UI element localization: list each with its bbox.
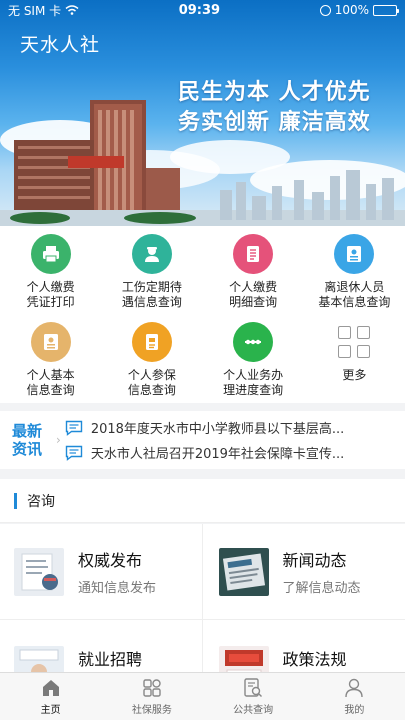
consult-item-subtitle: 通知信息发布 [78, 581, 157, 596]
news-thumbnail [218, 547, 269, 596]
quick-action-label: 个人基本 信息查询 [26, 368, 75, 397]
section-title: 咨询 [27, 493, 55, 510]
worker-icon [131, 234, 172, 274]
news-badge-line: 最新 [12, 422, 43, 440]
app-title: 天水人社 [20, 34, 101, 56]
bottom-tab-bar: 主页 社保服务 公共查询 我的 [0, 672, 405, 720]
quick-action-label: 工伤定期待 遇信息查询 [121, 280, 182, 309]
wifi-icon [65, 5, 79, 15]
consult-item-title: 就业招聘 [78, 650, 143, 669]
printer-icon [30, 234, 71, 274]
message-icon [65, 420, 83, 436]
chevron-right-icon: › [56, 433, 61, 447]
section-accent-bar [14, 492, 17, 509]
person-icon [345, 678, 364, 698]
quick-action-item[interactable]: 个人业务办 理进度查询 [203, 314, 304, 403]
consult-grid: 权威发布 通知信息发布 新闻动态 了解信息动态 就业招聘 政策法规 [0, 524, 405, 680]
quick-action-label: 离退休人员 基本信息查询 [318, 280, 391, 309]
document-list-icon [233, 234, 274, 274]
quick-action-label: 个人缴费 凭证打印 [26, 280, 75, 309]
consult-item-title: 政策法规 [282, 650, 347, 669]
consult-item-news[interactable]: 新闻动态 了解信息动态 [202, 524, 405, 620]
quick-action-label: 更多 [342, 368, 367, 382]
rotation-lock-icon [319, 4, 331, 16]
banner-slogan: 民生为本 人才优先 [178, 80, 371, 105]
tab-label: 主页 [40, 705, 61, 716]
news-item-text: 天水市人社局召开2019年社会保障卡宣传... [90, 447, 345, 462]
status-bar: 无 SIM 卡 09:39 100% [0, 0, 405, 20]
news-item-text: 2018年度天水市中小学教师县以下基层高... [90, 422, 345, 437]
battery-icon [373, 4, 399, 16]
quick-action-item[interactable]: 个人缴费 明细查询 [203, 226, 304, 314]
home-icon [42, 680, 59, 696]
consult-item-authority[interactable]: 权威发布 通知信息发布 [0, 524, 203, 620]
quick-action-item[interactable]: 个人参保 信息查询 [101, 314, 202, 403]
message-icon [65, 445, 83, 461]
tab-profile[interactable]: 我的 [304, 673, 405, 720]
tab-label: 社保服务 [131, 705, 172, 716]
tab-social-security[interactable]: 社保服务 [101, 673, 202, 720]
authority-release-thumbnail [14, 547, 64, 596]
search-doc-icon [244, 678, 263, 697]
banner-slogan: 务实创新 廉洁高效 [178, 110, 371, 135]
news-badge: 最新 资讯 [0, 422, 56, 458]
consult-item-title: 权威发布 [78, 551, 143, 570]
news-badge-line: 资讯 [12, 440, 43, 458]
quick-action-label: 个人缴费 明细查询 [229, 280, 278, 309]
header-banner: 天水人社 民生为本 人才优先 务实创新 廉洁高效 [0, 0, 405, 226]
quick-action-label: 个人参保 信息查询 [127, 368, 176, 397]
grid-icon [143, 679, 161, 697]
consult-item-subtitle: 了解信息动态 [282, 581, 361, 596]
quick-action-item[interactable]: 工伤定期待 遇信息查询 [101, 226, 202, 314]
progress-icon [233, 322, 274, 362]
status-time: 09:39 [178, 2, 221, 18]
insurance-doc-icon [131, 322, 172, 362]
id-card-icon [30, 322, 71, 362]
news-item[interactable]: 2018年度天水市中小学教师县以下基层高... [65, 418, 405, 437]
consult-item-policy[interactable]: 政策法规 [202, 620, 405, 680]
id-card-icon [334, 234, 375, 274]
news-ticker: 最新 资讯 › 2018年度天水市中小学教师县以下基层高... 天水市人社局召开… [0, 411, 405, 469]
tab-label: 我的 [344, 705, 365, 716]
quick-action-label: 个人业务办 理进度查询 [223, 368, 284, 397]
quick-action-grid: 个人缴费 凭证打印 工伤定期待 遇信息查询 个人缴费 明细查询 离退休人员 基本信息查… [0, 226, 405, 403]
grid-more-icon [334, 322, 374, 362]
quick-action-item[interactable]: 离退休人员 基本信息查询 [304, 226, 405, 314]
quick-action-item[interactable]: 个人缴费 凭证打印 [0, 226, 101, 314]
consult-item-jobs[interactable]: 就业招聘 [0, 620, 203, 680]
consult-item-title: 新闻动态 [282, 551, 347, 570]
quick-action-item[interactable]: 个人基本 信息查询 [0, 314, 101, 403]
tab-label: 公共查询 [233, 705, 274, 716]
carrier-label: 无 SIM 卡 [8, 3, 62, 18]
quick-action-item[interactable]: 更多 [304, 314, 405, 403]
consult-section-header: 咨询 [0, 479, 405, 523]
news-item[interactable]: 天水市人社局召开2019年社会保障卡宣传... [65, 443, 405, 462]
tab-public-query[interactable]: 公共查询 [203, 673, 304, 720]
battery-percent: 100% [334, 3, 369, 17]
tab-home[interactable]: 主页 [0, 673, 101, 720]
